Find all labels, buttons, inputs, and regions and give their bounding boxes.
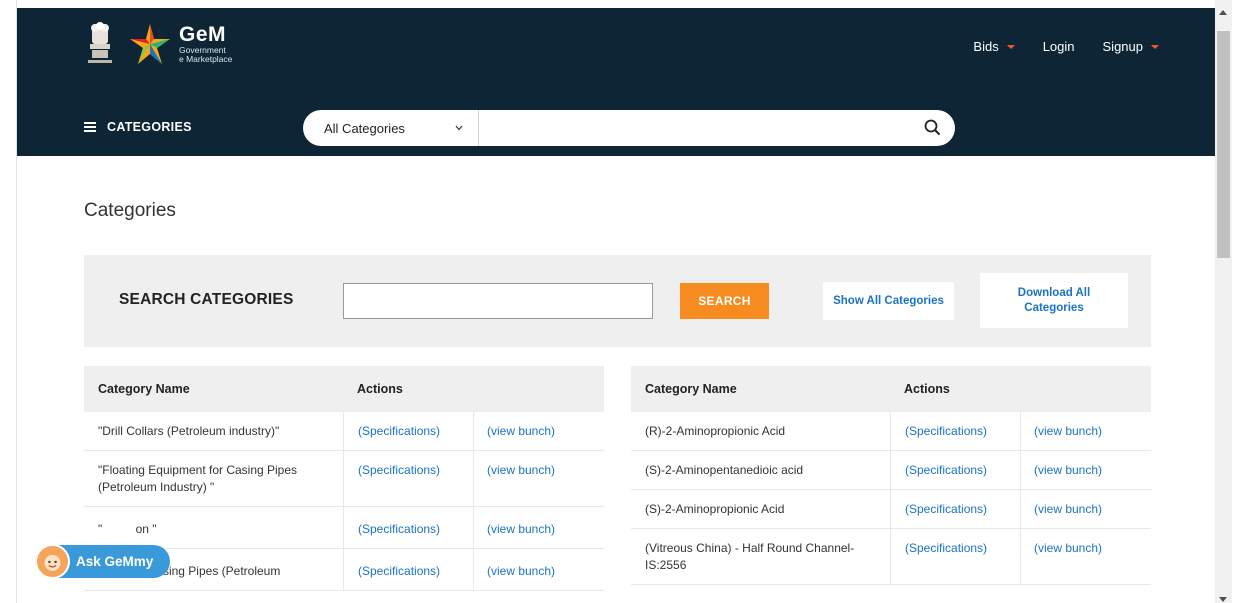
specifications-link[interactable]: (Specifications) bbox=[343, 412, 473, 450]
specifications-link[interactable]: (Specifications) bbox=[343, 451, 473, 506]
view-bunch-link[interactable]: (view bunch) bbox=[473, 549, 604, 590]
category-search-input[interactable] bbox=[343, 283, 653, 319]
caret-down-icon bbox=[1151, 44, 1159, 49]
search-button[interactable]: SEARCH bbox=[680, 283, 769, 319]
category-name: (Vitreous China) - Half Round Channel- I… bbox=[645, 541, 855, 572]
global-search: All Categories bbox=[303, 110, 955, 146]
category-bar: CATEGORIES All Categories bbox=[17, 101, 1215, 156]
view-bunch-link[interactable]: (view bunch) bbox=[1020, 412, 1151, 450]
specifications-link[interactable]: (Specifications) bbox=[890, 412, 1020, 450]
top-nav: Bids Login Signup bbox=[973, 39, 1159, 54]
category-table-right: Category Name Actions (R)-2-Aminopropion… bbox=[631, 366, 1151, 585]
gem-star-logo bbox=[130, 24, 170, 64]
gemmy-avatar-icon bbox=[35, 544, 70, 579]
specifications-link[interactable]: (Specifications) bbox=[890, 529, 1020, 584]
brand-subtitle-line2: e Marketplace bbox=[179, 54, 233, 64]
column-header-category-name: Category Name bbox=[98, 381, 190, 396]
view-bunch-link[interactable]: (view bunch) bbox=[473, 412, 604, 450]
table-row: (S)-2-Aminopropionic Acid (Specification… bbox=[631, 490, 1151, 529]
ask-gemmy-chat-button[interactable]: Ask GeMmy bbox=[35, 544, 170, 579]
specifications-link[interactable]: (Specifications) bbox=[343, 507, 473, 548]
specifications-link[interactable]: (Specifications) bbox=[343, 549, 473, 590]
chevron-down-icon bbox=[455, 125, 463, 131]
category-name: (S)-2-Aminopropionic Acid bbox=[645, 502, 785, 516]
nav-login[interactable]: Login bbox=[1043, 39, 1075, 54]
view-bunch-link[interactable]: (view bunch) bbox=[1020, 529, 1151, 584]
scroll-up-icon[interactable] bbox=[1219, 10, 1227, 15]
nav-bids-label: Bids bbox=[973, 39, 999, 54]
site-header: GeM Government e Marketplace Bids Login … bbox=[17, 8, 1215, 101]
table-row: (R)-2-Aminopropionic Acid (Specification… bbox=[631, 412, 1151, 451]
view-bunch-link[interactable]: (view bunch) bbox=[473, 507, 604, 548]
table-row: "Drill Collars (Petroleum industry)" (Sp… bbox=[84, 412, 604, 451]
table-header: Category Name Actions bbox=[631, 366, 1151, 412]
window-frame-right bbox=[1232, 0, 1245, 603]
search-icon[interactable] bbox=[924, 119, 941, 136]
caret-down-icon bbox=[1006, 44, 1015, 49]
specifications-link[interactable]: (Specifications) bbox=[890, 490, 1020, 528]
national-emblem-logo bbox=[88, 22, 112, 63]
brand-name: GeM bbox=[179, 23, 227, 46]
view-bunch-link[interactable]: (view bunch) bbox=[1020, 490, 1151, 528]
category-name: " on " bbox=[98, 522, 157, 536]
nav-login-label: Login bbox=[1042, 39, 1075, 54]
brand-wordmark: GeM Government e Marketplace bbox=[179, 24, 232, 64]
nav-signup-label: Signup bbox=[1102, 39, 1143, 54]
download-all-categories-button[interactable]: Download All Categories bbox=[980, 273, 1128, 328]
specifications-link[interactable]: (Specifications) bbox=[890, 451, 1020, 489]
column-header-actions: Actions bbox=[357, 381, 403, 396]
category-search-panel: SEARCH CATEGORIES SEARCH Show All Catego… bbox=[84, 255, 1151, 347]
category-select[interactable]: All Categories bbox=[303, 110, 479, 146]
categories-menu-label: CATEGORIES bbox=[107, 120, 192, 134]
view-bunch-link[interactable]: (view bunch) bbox=[1020, 451, 1151, 489]
window-frame-left bbox=[0, 0, 17, 603]
nav-signup[interactable]: Signup bbox=[1103, 39, 1159, 54]
table-header: Category Name Actions bbox=[84, 366, 604, 412]
nav-bids[interactable]: Bids bbox=[973, 39, 1015, 54]
page-title: Categories bbox=[84, 200, 176, 221]
show-all-categories-button[interactable]: Show All Categories bbox=[823, 282, 954, 320]
table-row: (Vitreous China) - Half Round Channel- I… bbox=[631, 529, 1151, 585]
categories-menu-button[interactable]: CATEGORIES bbox=[84, 120, 192, 134]
vertical-scrollbar[interactable] bbox=[1215, 0, 1232, 603]
hamburger-icon bbox=[84, 122, 96, 132]
column-header-category-name: Category Name bbox=[645, 381, 737, 396]
category-select-value: All Categories bbox=[324, 120, 405, 136]
view-bunch-link[interactable]: (view bunch) bbox=[473, 451, 604, 506]
table-row: " on " (Specifications) (view bunch) bbox=[84, 507, 604, 549]
search-categories-label: SEARCH CATEGORIES bbox=[119, 291, 294, 308]
table-row: (S)-2-Aminopentanedioic acid (Specificat… bbox=[631, 451, 1151, 490]
ask-gemmy-label: Ask GeMmy bbox=[76, 554, 154, 569]
scroll-down-icon[interactable] bbox=[1219, 597, 1227, 602]
table-row: "Floating Equipment for Casing Pipes (Pe… bbox=[84, 451, 604, 507]
scrollbar-thumb[interactable] bbox=[1217, 31, 1230, 258]
category-name: "Floating Equipment for Casing Pipes (Pe… bbox=[98, 463, 298, 494]
column-header-actions: Actions bbox=[904, 381, 950, 396]
category-name: (S)-2-Aminopentanedioic acid bbox=[645, 463, 804, 477]
category-name: (R)-2-Aminopropionic Acid bbox=[645, 424, 786, 438]
category-name: "Drill Collars (Petroleum industry)" bbox=[98, 424, 280, 438]
